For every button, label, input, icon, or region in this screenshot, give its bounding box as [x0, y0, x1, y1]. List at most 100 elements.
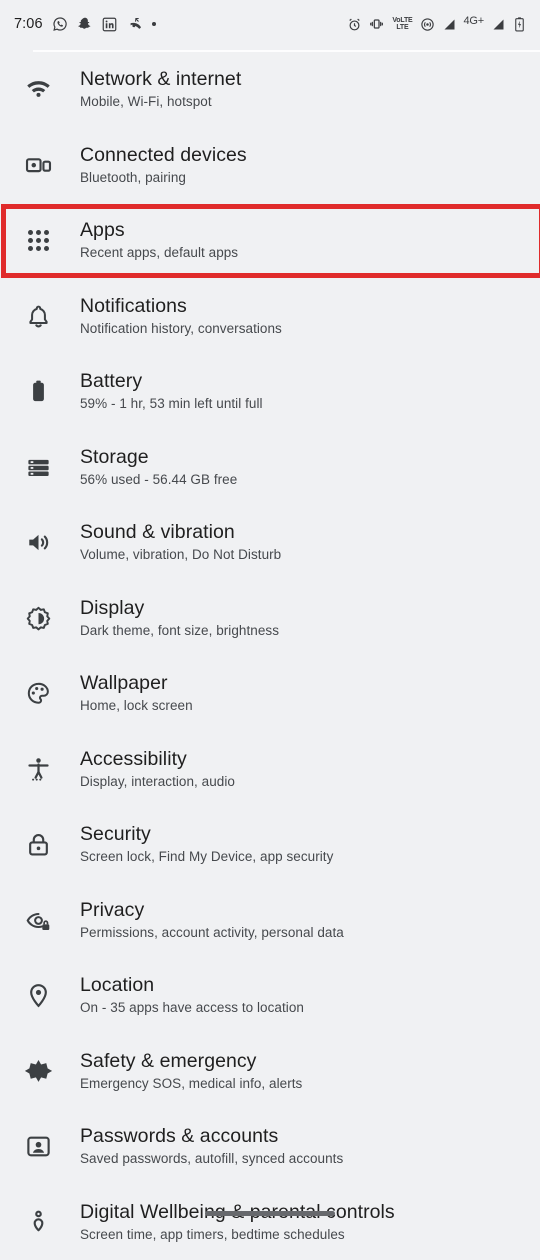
more-notifications-dot [152, 22, 156, 26]
battery-icon [513, 17, 526, 32]
settings-row-subtitle: Mobile, Wi-Fi, hotspot [80, 92, 241, 112]
settings-row-text: Sound & vibrationVolume, vibration, Do N… [80, 520, 281, 565]
settings-row-subtitle: Screen time, app timers, bedtime schedul… [80, 1225, 395, 1245]
settings-row-subtitle: Screen lock, Find My Device, app securit… [80, 847, 333, 867]
settings-row-title: Passwords & accounts [80, 1124, 343, 1148]
brightness-icon [16, 596, 60, 640]
settings-row-text: LocationOn - 35 apps have access to loca… [80, 973, 304, 1018]
settings-row-safety-emergency[interactable]: Safety & emergencyEmergency SOS, medical… [0, 1034, 540, 1110]
settings-row-subtitle: Recent apps, default apps [80, 243, 238, 263]
settings-row-subtitle: Display, interaction, audio [80, 772, 235, 792]
settings-row-privacy[interactable]: PrivacyPermissions, account activity, pe… [0, 883, 540, 959]
volte-line1: VoLTE [392, 17, 412, 24]
signal-sim1-icon [442, 17, 457, 32]
settings-row-title: Apps [80, 218, 238, 242]
settings-row-storage[interactable]: Storage56% used - 56.44 GB free [0, 430, 540, 506]
settings-row-subtitle: 56% used - 56.44 GB free [80, 470, 237, 490]
settings-row-connected-devices[interactable]: Connected devicesBluetooth, pairing [0, 128, 540, 204]
storage-icon [16, 445, 60, 489]
hotspot-icon [420, 17, 435, 32]
settings-row-subtitle: Saved passwords, autofill, synced accoun… [80, 1149, 343, 1169]
snapchat-icon [77, 16, 93, 32]
scroll-top-edge [33, 50, 540, 52]
wellbeing-icon [16, 1200, 60, 1244]
settings-row-title: Security [80, 822, 333, 846]
settings-row-title: Sound & vibration [80, 520, 281, 544]
settings-row-wallpaper[interactable]: WallpaperHome, lock screen [0, 656, 540, 732]
settings-row-title: Battery [80, 369, 263, 393]
account-card-icon [16, 1125, 60, 1169]
status-bar-clock: 7:06 [14, 16, 43, 32]
settings-row-title: Privacy [80, 898, 344, 922]
settings-row-title: Network & internet [80, 67, 241, 91]
settings-row-title: Display [80, 596, 279, 620]
palette-icon [16, 672, 60, 716]
settings-row-subtitle: Notification history, conversations [80, 319, 282, 339]
settings-row-subtitle: On - 35 apps have access to location [80, 998, 304, 1018]
settings-row-sound-vibration[interactable]: Sound & vibrationVolume, vibration, Do N… [0, 505, 540, 581]
settings-row-subtitle: Emergency SOS, medical info, alerts [80, 1074, 302, 1094]
location-pin-icon [16, 974, 60, 1018]
settings-row-passwords-accounts[interactable]: Passwords & accountsSaved passwords, aut… [0, 1109, 540, 1185]
settings-row-subtitle: Volume, vibration, Do Not Disturb [80, 545, 281, 565]
whatsapp-icon [52, 16, 68, 32]
settings-row-text: Digital Wellbeing & parental controlsScr… [80, 1200, 395, 1245]
settings-row-subtitle: Dark theme, font size, brightness [80, 621, 279, 641]
status-bar-left: 7:06 [14, 16, 156, 33]
settings-row-apps[interactable]: AppsRecent apps, default apps [0, 203, 540, 279]
battery-icon [16, 370, 60, 414]
signal-sim2-icon [491, 17, 506, 32]
settings-row-subtitle: Home, lock screen [80, 696, 193, 716]
wifi-icon [16, 68, 60, 112]
settings-row-display[interactable]: DisplayDark theme, font size, brightness [0, 581, 540, 657]
privacy-eye-icon [16, 898, 60, 942]
vibrate-icon [369, 16, 385, 32]
settings-row-title: Storage [80, 445, 237, 469]
status-bar: 7:06 [0, 0, 540, 48]
settings-list[interactable]: Network & internetMobile, Wi-Fi, hotspot… [0, 52, 540, 1260]
settings-row-text: Network & internetMobile, Wi-Fi, hotspot [80, 67, 241, 112]
lock-icon [16, 823, 60, 867]
emergency-star-icon [16, 1049, 60, 1093]
settings-row-subtitle: Permissions, account activity, personal … [80, 923, 344, 943]
linkedin-icon [102, 17, 117, 32]
settings-row-text: Connected devicesBluetooth, pairing [80, 143, 247, 188]
settings-row-text: SecurityScreen lock, Find My Device, app… [80, 822, 333, 867]
network-type-label: 4G+ [464, 15, 485, 27]
settings-row-location[interactable]: LocationOn - 35 apps have access to loca… [0, 958, 540, 1034]
settings-row-text: WallpaperHome, lock screen [80, 671, 193, 716]
settings-row-network-internet[interactable]: Network & internetMobile, Wi-Fi, hotspot [0, 52, 540, 128]
status-bar-right: VoLTE LTE 4G+ [347, 16, 526, 32]
settings-row-text: Passwords & accountsSaved passwords, aut… [80, 1124, 343, 1169]
settings-row-digital-wellbeing-parental-controls[interactable]: Digital Wellbeing & parental controlsScr… [0, 1185, 540, 1260]
settings-row-text: Safety & emergencyEmergency SOS, medical… [80, 1049, 302, 1094]
settings-row-text: Storage56% used - 56.44 GB free [80, 445, 237, 490]
settings-row-text: AccessibilityDisplay, interaction, audio [80, 747, 235, 792]
settings-row-notifications[interactable]: NotificationsNotification history, conve… [0, 279, 540, 355]
settings-row-text: AppsRecent apps, default apps [80, 218, 238, 263]
apps-grid-icon-dots [28, 230, 49, 251]
settings-row-text: NotificationsNotification history, conve… [80, 294, 282, 339]
settings-row-title: Connected devices [80, 143, 247, 167]
settings-row-title: Safety & emergency [80, 1049, 302, 1073]
settings-row-text: Battery59% - 1 hr, 53 min left until ful… [80, 369, 263, 414]
settings-row-security[interactable]: SecurityScreen lock, Find My Device, app… [0, 807, 540, 883]
missed-call-icon [126, 16, 143, 33]
alarm-icon [347, 17, 362, 32]
settings-row-battery[interactable]: Battery59% - 1 hr, 53 min left until ful… [0, 354, 540, 430]
settings-row-text: DisplayDark theme, font size, brightness [80, 596, 279, 641]
apps-grid-icon [16, 219, 60, 263]
settings-row-subtitle: 59% - 1 hr, 53 min left until full [80, 394, 263, 414]
settings-row-title: Accessibility [80, 747, 235, 771]
settings-row-subtitle: Bluetooth, pairing [80, 168, 247, 188]
gesture-navigation-bar[interactable] [205, 1211, 335, 1216]
settings-row-text: PrivacyPermissions, account activity, pe… [80, 898, 344, 943]
volume-icon [16, 521, 60, 565]
bell-icon [16, 294, 60, 338]
settings-row-accessibility[interactable]: AccessibilityDisplay, interaction, audio [0, 732, 540, 808]
volte-icon: VoLTE LTE [392, 17, 412, 32]
settings-row-title: Location [80, 973, 304, 997]
connected-devices-icon [16, 143, 60, 187]
settings-row-title: Wallpaper [80, 671, 193, 695]
settings-row-title: Notifications [80, 294, 282, 318]
